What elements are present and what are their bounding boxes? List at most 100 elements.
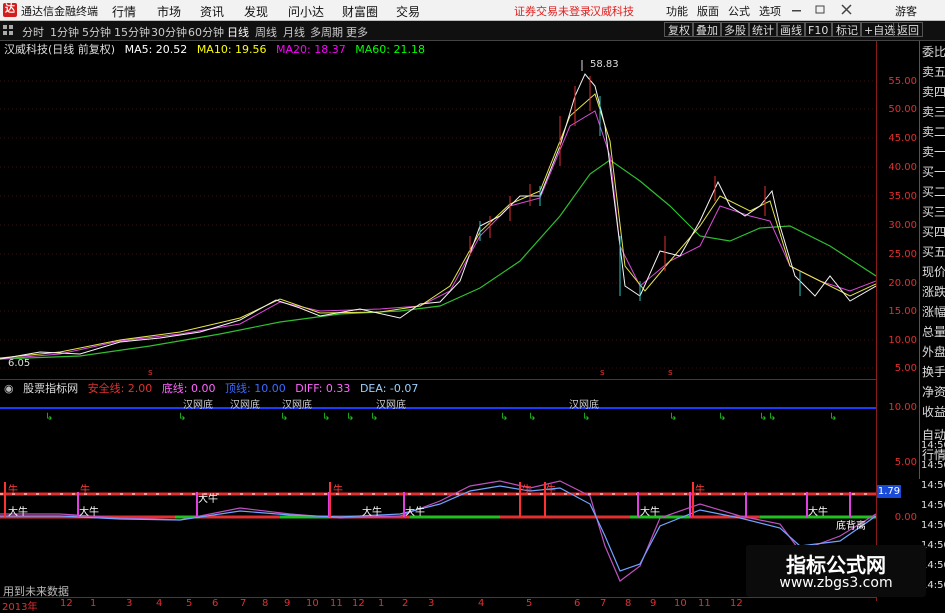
big-bull-signal: 大牛	[198, 494, 218, 505]
y-tick: 10.00	[888, 335, 917, 346]
menu-market[interactable]: 市场	[157, 3, 181, 20]
btn-stats[interactable]: 统计	[748, 22, 778, 37]
side-label: 收益	[922, 405, 945, 419]
bottom-divergence-label: 底背离	[836, 521, 866, 532]
ma60-value: MA60: 21.18	[355, 43, 425, 56]
y-tick: 15.00	[888, 306, 917, 317]
period-daily[interactable]: 日线	[227, 24, 249, 40]
side-label: 涨幅	[922, 305, 945, 319]
menu-news[interactable]: 资讯	[200, 3, 224, 20]
x-tick: 1	[378, 598, 385, 609]
period-1min[interactable]: 1分钟	[50, 24, 79, 40]
signal-label: 汉网底	[230, 400, 260, 411]
side-label: 买四	[922, 225, 945, 239]
period-5min[interactable]: 5分钟	[82, 24, 111, 40]
indicator-chart[interactable]: ↳ ↳ ↳ ↳ ↳ ↳ ↳ ↳ ↳ ↳ ↳ ↳ ↳ ↳	[0, 396, 876, 596]
period-weekly[interactable]: 周线	[255, 24, 277, 40]
x-tick: 5	[526, 598, 533, 609]
signal-label: 汉网底	[282, 400, 312, 411]
x-tick: 8	[262, 598, 269, 609]
bull-signal: 牛	[80, 485, 90, 496]
btn-overlay[interactable]: 叠加	[692, 22, 722, 37]
btn-back[interactable]: 返回	[893, 22, 923, 37]
current-stock-name: 汉威科技	[590, 5, 634, 18]
period-30min[interactable]: 30分钟	[151, 24, 187, 40]
bull-signal: 牛	[546, 485, 556, 496]
menu-quotes[interactable]: 行情	[112, 3, 136, 20]
bull-signal: 牛	[522, 485, 532, 496]
watermark-badge: 指标公式网 www.zbgs3.com	[746, 545, 926, 597]
menu-function[interactable]: 功能	[666, 3, 688, 19]
bull-signal: 牛	[333, 485, 343, 496]
ma10-value: MA10: 19.56	[196, 43, 267, 56]
indicator-settings-icon[interactable]: ◉	[0, 382, 14, 395]
x-tick: 12	[352, 598, 365, 609]
menu-wealth[interactable]: 财富圈	[342, 3, 378, 20]
x-tick: 11	[698, 598, 711, 609]
btn-f10[interactable]: F10	[804, 22, 833, 37]
period-multi[interactable]: 多周期	[310, 24, 343, 40]
price-min-label: 6.05	[8, 358, 31, 369]
y-axis: 55.00 50.00 45.00 40.00 35.00 30.00 25.0…	[876, 41, 920, 601]
window-controls	[792, 4, 852, 15]
app-logo-icon: 达	[3, 3, 17, 17]
grid-icon[interactable]	[3, 25, 13, 35]
indicator-name[interactable]: 股票指标网	[23, 382, 78, 395]
big-bull-signal: 大牛	[362, 507, 382, 518]
x-tick: 11	[330, 598, 343, 609]
btn-draw[interactable]: 画线	[776, 22, 806, 37]
svg-text:↳: ↳	[768, 412, 776, 423]
x-tick: 10	[306, 598, 319, 609]
x-tick: 9	[284, 598, 291, 609]
period-toolbar: 分时 1分钟 5分钟 15分钟 30分钟 60分钟 日线 周线 月线 多周期 更…	[0, 21, 945, 41]
y-tick: 20.00	[888, 278, 917, 289]
guest-label[interactable]: 游客	[895, 3, 917, 19]
btn-mark[interactable]: 标记	[832, 22, 862, 37]
svg-text:↳: ↳	[346, 412, 354, 423]
x-tick: 3	[126, 598, 133, 609]
indicator-dea: DEA: -0.07	[359, 382, 419, 395]
x-tick: 4	[156, 598, 163, 609]
y-tick: 30.00	[888, 220, 917, 231]
x-tick: 6	[574, 598, 581, 609]
x-tick: 7	[240, 598, 247, 609]
period-intraday[interactable]: 分时	[22, 24, 44, 40]
side-label: 总量	[922, 325, 945, 339]
side-label: 买二	[922, 185, 945, 199]
price-max-label: 58.83	[590, 59, 619, 70]
x-tick: 9	[650, 598, 657, 609]
period-60min[interactable]: 60分钟	[188, 24, 224, 40]
event-marker[interactable]: s	[600, 368, 605, 378]
menu-layout[interactable]: 版面	[697, 3, 719, 19]
side-label: 现价	[922, 265, 945, 279]
event-marker[interactable]: s	[668, 368, 673, 378]
menu-ask[interactable]: 问小达	[288, 3, 324, 20]
big-bull-signal: 大牛	[808, 507, 828, 518]
svg-text:↳: ↳	[582, 412, 590, 423]
side-label: 买五	[922, 245, 945, 259]
side-label: 涨跌	[922, 285, 945, 299]
kline-chart[interactable]	[0, 56, 876, 378]
close-icon	[841, 4, 852, 15]
period-more[interactable]: 更多	[346, 24, 368, 40]
x-tick: 12	[60, 598, 73, 609]
x-axis: 2013年 12 1 3 4 5 6 7 8 9 10 11 12 1 2 3 …	[0, 597, 876, 613]
svg-text:↳: ↳	[759, 412, 767, 423]
big-bull-signal: 大牛	[79, 507, 99, 518]
svg-text:↳: ↳	[45, 412, 53, 423]
menu-trade[interactable]: 交易	[396, 3, 420, 20]
side-label: 外盘	[922, 345, 945, 359]
btn-multi-stock[interactable]: 多股	[720, 22, 750, 37]
menu-discover[interactable]: 发现	[244, 3, 268, 20]
signal-label: 汉网底	[376, 400, 406, 411]
svg-text:↳: ↳	[178, 412, 186, 423]
indicator-current-value: 1.79	[877, 485, 901, 498]
period-15min[interactable]: 15分钟	[114, 24, 150, 40]
event-marker[interactable]: s	[148, 368, 153, 378]
period-monthly[interactable]: 月线	[283, 24, 305, 40]
menu-formula[interactable]: 公式	[728, 3, 750, 19]
login-warning[interactable]: 证券交易未登录	[514, 3, 591, 19]
menu-options[interactable]: 选项	[759, 3, 781, 19]
watermark-title: 指标公式网	[786, 553, 886, 577]
btn-adjust[interactable]: 复权	[664, 22, 694, 37]
